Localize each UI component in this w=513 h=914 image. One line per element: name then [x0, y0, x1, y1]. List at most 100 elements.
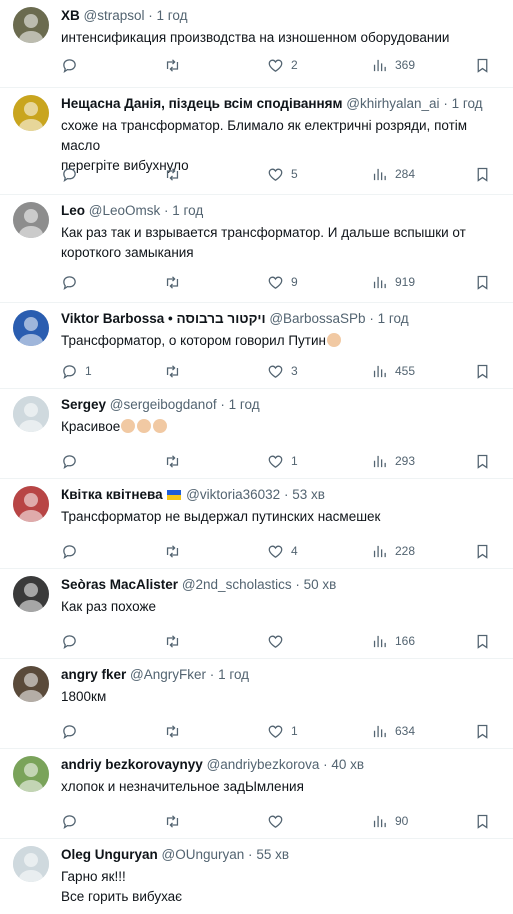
like-button[interactable]: 9 [267, 272, 298, 292]
avatar[interactable] [13, 576, 49, 612]
author-name[interactable]: Sergey [61, 397, 106, 412]
views-icon [371, 543, 388, 560]
views-button[interactable]: 166 [371, 631, 415, 651]
avatar[interactable] [13, 486, 49, 522]
author-name[interactable]: ХВ [61, 8, 80, 23]
author-handle[interactable]: @AngryFker [130, 667, 206, 682]
reply-button[interactable] [61, 721, 85, 741]
timestamp[interactable]: 1 год [378, 311, 409, 326]
tweet[interactable]: Sergey @sergeibogdanof · 1 год Красивое 1 2… [0, 389, 513, 479]
retweet-button[interactable] [164, 811, 188, 831]
avatar[interactable] [13, 310, 49, 346]
author-handle[interactable]: @khirhyalan_ai [346, 96, 439, 111]
like-button[interactable]: 1 [267, 451, 298, 471]
retweet-button[interactable] [164, 541, 188, 561]
avatar[interactable] [13, 666, 49, 702]
tweet[interactable]: ХВ @strapsol · 1 год интенсификация произ… [0, 0, 513, 88]
retweet-button[interactable] [164, 721, 188, 741]
timestamp[interactable]: 55 хв [256, 847, 289, 862]
author-name[interactable]: Viktor Barbossa • ויקטור ברבוסה [61, 311, 266, 326]
avatar[interactable] [13, 95, 49, 131]
avatar[interactable] [13, 846, 49, 882]
retweet-button[interactable] [164, 631, 188, 651]
tweet-actions: 1 634 [0, 721, 513, 741]
author-handle[interactable]: @andriybezkorova [207, 757, 320, 772]
tweet[interactable]: Viktor Barbossa • ויקטור ברבוסה @Barboss… [0, 303, 513, 389]
timestamp[interactable]: 40 хв [331, 757, 364, 772]
author-handle[interactable]: @viktoria36032 [186, 487, 280, 502]
author-name[interactable]: andriy bezkorovaynyy [61, 757, 203, 772]
like-button[interactable]: 1 [267, 721, 298, 741]
tweet[interactable]: Oleg Unguryan @OUnguryan · 55 хв Гарно як… [0, 839, 513, 914]
avatar[interactable] [13, 756, 49, 792]
author-handle[interactable]: @LeoOmsk [89, 203, 160, 218]
tweet[interactable]: Нещасна Данія, піздець всім сподіванням … [0, 88, 513, 195]
tweet[interactable]: andriy bezkorovaynyy @andriybezkorova · … [0, 749, 513, 839]
like-button[interactable]: 4 [267, 541, 298, 561]
like-button[interactable]: 5 [267, 164, 298, 184]
like-button[interactable] [267, 811, 291, 831]
reply-button[interactable] [61, 451, 85, 471]
like-button[interactable]: 3 [267, 361, 298, 381]
avatar[interactable] [13, 7, 49, 43]
reply-button[interactable]: 1 [61, 361, 92, 381]
bookmark-button[interactable] [474, 631, 491, 651]
author-name[interactable]: Нещасна Данія, піздець всім сподіванням [61, 96, 343, 111]
views-button[interactable]: 369 [371, 55, 415, 75]
timestamp[interactable]: 1 год [229, 397, 260, 412]
reply-button[interactable] [61, 164, 85, 184]
views-button[interactable]: 919 [371, 272, 415, 292]
author-name[interactable]: Квітка квітнева [61, 487, 163, 502]
author-handle[interactable]: @strapsol [84, 8, 145, 23]
author-name[interactable]: Oleg Unguryan [61, 847, 158, 862]
reply-button[interactable] [61, 55, 85, 75]
views-button[interactable]: 293 [371, 451, 415, 471]
retweet-button[interactable] [164, 451, 188, 471]
bookmark-button[interactable] [474, 451, 491, 471]
retweet-button[interactable] [164, 272, 188, 292]
bookmark-button[interactable] [474, 811, 491, 831]
bookmark-button[interactable] [474, 541, 491, 561]
bookmark-button[interactable] [474, 361, 491, 381]
reply-icon [61, 633, 78, 650]
author-handle[interactable]: @BarbossaSPb [269, 311, 365, 326]
tweet[interactable]: Leo @LeoOmsk · 1 год Как раз так и взрыва… [0, 195, 513, 303]
author-handle[interactable]: @OUnguryan [162, 847, 245, 862]
reply-button[interactable] [61, 631, 85, 651]
reply-button[interactable] [61, 811, 85, 831]
like-button[interactable] [267, 631, 291, 651]
tweet[interactable]: Квітка квітнева @viktoria36032 · 53 хв Тр… [0, 479, 513, 569]
author-handle[interactable]: @2nd_scholastics [182, 577, 292, 592]
views-button[interactable]: 634 [371, 721, 415, 741]
bookmark-button[interactable] [474, 272, 491, 292]
tweet[interactable]: angry fker @AngryFker · 1 год 1800км 1 634 [0, 659, 513, 749]
timestamp[interactable]: 53 хв [292, 487, 325, 502]
views-button[interactable]: 284 [371, 164, 415, 184]
bookmark-button[interactable] [474, 721, 491, 741]
retweet-button[interactable] [164, 164, 188, 184]
author-name[interactable]: Seòras MacAlister [61, 577, 178, 592]
bookmark-button[interactable] [474, 55, 491, 75]
reply-button[interactable] [61, 272, 85, 292]
author-name[interactable]: angry fker [61, 667, 126, 682]
timestamp[interactable]: 1 год [172, 203, 203, 218]
views-count: 919 [395, 275, 416, 289]
author-name[interactable]: Leo [61, 203, 85, 218]
avatar[interactable] [13, 396, 49, 432]
avatar[interactable] [13, 202, 49, 238]
retweet-button[interactable] [164, 361, 188, 381]
timestamp[interactable]: 50 хв [304, 577, 337, 592]
views-button[interactable]: 90 [371, 811, 408, 831]
reply-button[interactable] [61, 541, 85, 561]
tweet[interactable]: Seòras MacAlister @2nd_scholastics · 50 … [0, 569, 513, 659]
timestamp[interactable]: 1 год [218, 667, 249, 682]
bookmark-button[interactable] [474, 164, 491, 184]
retweet-button[interactable] [164, 55, 188, 75]
author-handle[interactable]: @sergeibogdanof [110, 397, 217, 412]
tweet-header: Oleg Unguryan @OUnguryan · 55 хв [61, 845, 509, 865]
timestamp[interactable]: 1 год [157, 8, 188, 23]
timestamp[interactable]: 1 год [452, 96, 483, 111]
like-button[interactable]: 2 [267, 55, 298, 75]
views-button[interactable]: 455 [371, 361, 415, 381]
views-button[interactable]: 228 [371, 541, 415, 561]
